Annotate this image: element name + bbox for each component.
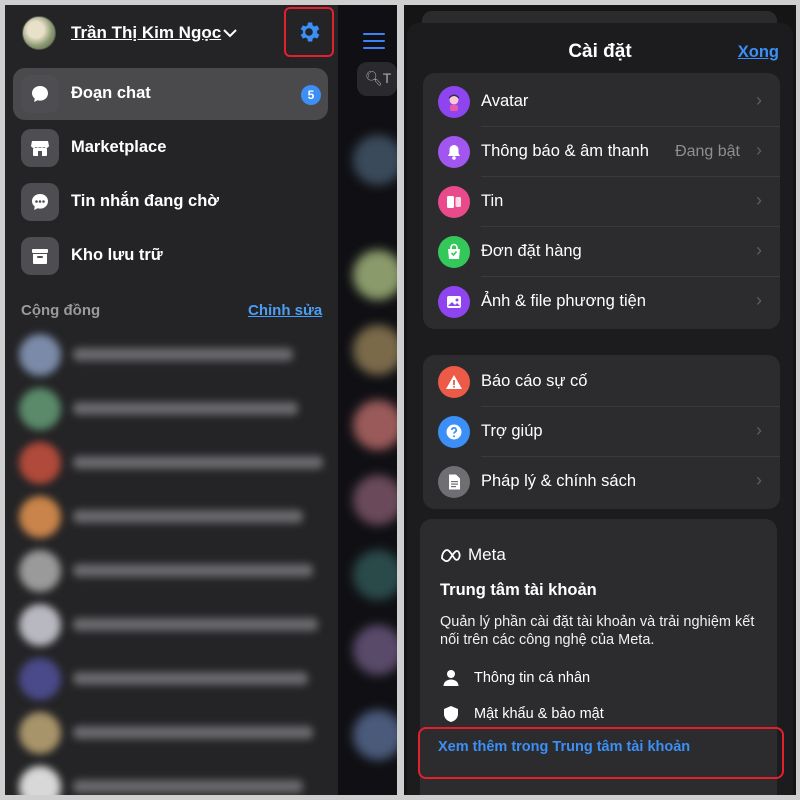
community-item[interactable] — [17, 386, 337, 432]
community-item[interactable] — [17, 440, 337, 486]
menu-label: Tin nhắn đang chờ — [71, 192, 220, 210]
settings-row-legal[interactable]: Pháp lý & chính sách › — [423, 457, 780, 507]
menu-label: Đoạn chat — [71, 84, 151, 102]
drawer-header: Trần Thị Kim Ngọc — [5, 5, 338, 65]
photo-icon — [438, 286, 470, 318]
personal-info-label: Thông tin cá nhân — [474, 670, 591, 686]
blurred-avatar — [353, 625, 397, 675]
search-text: T — [382, 70, 392, 86]
chevron-right-icon: › — [756, 420, 762, 440]
community-item[interactable] — [17, 656, 337, 702]
community-item[interactable] — [17, 494, 337, 540]
blurred-avatar — [353, 400, 397, 450]
settings-row-label: Avatar — [481, 92, 529, 110]
communities-section-title: Cộng đồng — [21, 302, 101, 319]
chevron-down-icon[interactable] — [223, 25, 237, 41]
meta-brand-text: Meta — [468, 545, 506, 564]
settings-row-stories[interactable]: Tin › — [423, 177, 780, 227]
blurred-avatar — [353, 550, 397, 600]
settings-row-label: Trợ giúp — [481, 422, 543, 440]
chevron-right-icon: › — [756, 190, 762, 210]
chevron-right-icon: › — [756, 140, 762, 160]
menu-label: Kho lưu trữ — [71, 246, 163, 264]
side-drawer: Trần Thị Kim Ngọc Đoạn chat 5 Marketplac… — [5, 5, 338, 795]
chevron-right-icon: › — [756, 470, 762, 490]
see-more-accounts-center-link[interactable]: Xem thêm trong Trung tâm tài khoản — [438, 739, 690, 755]
shield-icon — [444, 706, 458, 722]
chevron-right-icon: › — [756, 240, 762, 260]
blurred-avatar — [353, 710, 397, 760]
bell-icon — [438, 136, 470, 168]
blurred-avatar — [353, 475, 397, 525]
settings-row-orders[interactable]: Đơn đặt hàng › — [423, 227, 780, 277]
chat-list-background: 🔍︎T — [338, 5, 397, 795]
community-item[interactable] — [17, 602, 337, 648]
search-input[interactable]: 🔍︎T — [357, 62, 397, 96]
person-icon — [443, 670, 459, 686]
menu-item-message-requests[interactable]: Tin nhắn đang chờ — [13, 176, 328, 228]
settings-row-report-problem[interactable]: Báo cáo sự cố — [423, 357, 780, 407]
settings-row-label: Ảnh & file phương tiện — [481, 292, 646, 310]
archive-box-icon — [21, 237, 59, 275]
accounts-center-title: Trung tâm tài khoản — [440, 581, 597, 599]
community-item[interactable] — [17, 332, 337, 378]
chevron-right-icon: › — [756, 290, 762, 310]
settings-row-label: Pháp lý & chính sách — [481, 472, 637, 490]
blurred-avatar — [353, 250, 397, 300]
profile-name[interactable]: Trần Thị Kim Ngọc — [71, 23, 221, 43]
avatar[interactable] — [22, 16, 56, 50]
blurred-avatar — [353, 325, 397, 375]
settings-row-avatar[interactable]: Avatar › — [423, 77, 780, 127]
question-icon — [438, 416, 470, 448]
settings-screen: Cài đặt Xong Avatar › Thông báo & âm tha… — [404, 5, 796, 795]
menu-item-archive[interactable]: Kho lưu trữ — [13, 230, 328, 282]
community-item[interactable] — [17, 764, 337, 795]
warning-icon — [438, 366, 470, 398]
menu-item-chats[interactable]: Đoạn chat 5 — [13, 68, 328, 120]
settings-row-media[interactable]: Ảnh & file phương tiện › — [423, 277, 780, 327]
settings-group-support: Báo cáo sự cố Trợ giúp › Pháp lý & chính… — [423, 355, 780, 509]
meta-logo: Meta — [440, 545, 506, 565]
messenger-drawer-screen: 🔍︎T Trần Thị Kim Ngọc Đoạn chat 5 Market… — [5, 5, 397, 795]
menu-label: Marketplace — [71, 138, 167, 156]
blurred-avatar — [353, 135, 397, 185]
settings-row-label: Tin — [481, 192, 504, 210]
menu-item-marketplace[interactable]: Marketplace — [13, 122, 328, 174]
settings-row-value: Đang bật — [675, 143, 740, 160]
hamburger-menu-icon[interactable] — [363, 33, 385, 51]
settings-button[interactable] — [284, 7, 334, 57]
message-dots-icon — [21, 183, 59, 221]
settings-row-label: Đơn đặt hàng — [481, 242, 582, 260]
communities-edit-link[interactable]: Chỉnh sửa — [248, 302, 322, 319]
avatar-icon — [438, 86, 470, 118]
settings-row-label: Báo cáo sự cố — [481, 372, 588, 390]
shopping-bag-icon — [438, 236, 470, 268]
storefront-icon — [21, 129, 59, 167]
stories-icon — [438, 186, 470, 218]
document-icon — [438, 466, 470, 498]
meta-infinity-icon — [441, 549, 461, 562]
settings-group-general: Avatar › Thông báo & âm thanh Đang bật ›… — [423, 73, 780, 329]
chat-bubble-icon — [21, 75, 59, 113]
settings-row-help[interactable]: Trợ giúp › — [423, 407, 780, 457]
password-security-label: Mật khẩu & bảo mật — [474, 706, 604, 722]
done-button[interactable]: Xong — [738, 43, 779, 62]
gear-icon — [300, 22, 320, 42]
unread-badge: 5 — [301, 85, 321, 105]
community-item[interactable] — [17, 710, 337, 756]
settings-row-label: Thông báo & âm thanh — [481, 142, 649, 160]
settings-row-notifications[interactable]: Thông báo & âm thanh Đang bật › — [423, 127, 780, 177]
chevron-right-icon: › — [756, 90, 762, 110]
accounts-center-description: Quản lý phần cài đặt tài khoản và trải n… — [440, 614, 755, 648]
community-item[interactable] — [17, 548, 337, 594]
page-title: Cài đặt — [568, 41, 632, 62]
